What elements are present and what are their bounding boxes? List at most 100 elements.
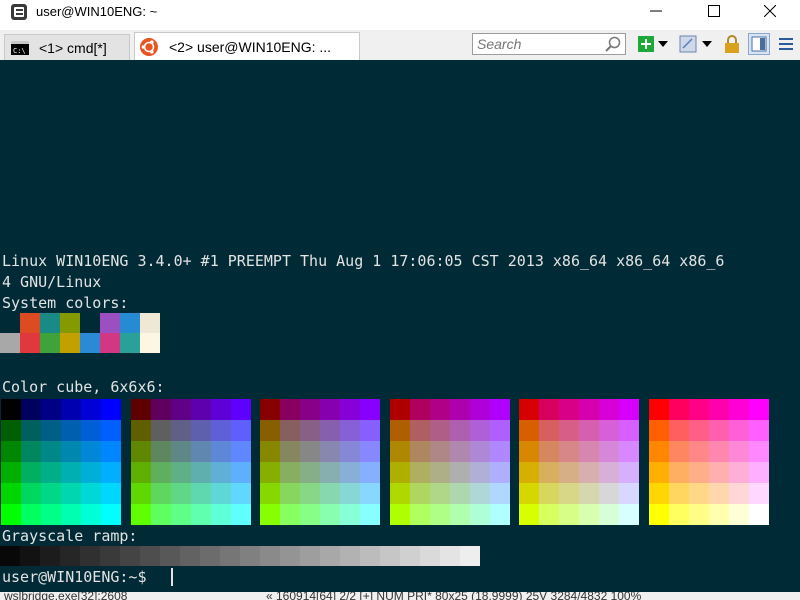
grayscale-step xyxy=(20,546,40,566)
color-cube-cell xyxy=(61,504,81,525)
grayscale-step xyxy=(380,546,400,566)
color-cube-cell xyxy=(81,420,101,441)
color-cube-cell xyxy=(519,399,539,420)
grayscale-step xyxy=(180,546,200,566)
color-cube-cell xyxy=(539,441,559,462)
color-cube-cell xyxy=(539,462,559,483)
color-cube-cell xyxy=(101,504,121,525)
new-console-dropdown[interactable] xyxy=(656,34,670,54)
color-cube-cell xyxy=(559,399,579,420)
svg-text:C:\: C:\ xyxy=(13,47,26,55)
color-cube-cell xyxy=(668,462,689,483)
color-cube-cell xyxy=(409,420,430,441)
color-cube-cell xyxy=(559,441,579,462)
grayscale-ramp xyxy=(0,546,480,566)
color-cube-cell xyxy=(300,399,320,420)
color-cube-cell xyxy=(619,462,639,483)
tab-label: <2> user@WIN10ENG: ... xyxy=(169,38,332,55)
color-cube-cell xyxy=(1,441,21,462)
color-cube-cell xyxy=(728,399,749,420)
color-cube-cell xyxy=(619,441,639,462)
color-cube-cell xyxy=(489,483,510,504)
color-cube-block xyxy=(1,399,121,525)
maximize-button[interactable] xyxy=(686,0,742,22)
color-cube-cell xyxy=(668,504,689,525)
cmd-icon: C:\ xyxy=(11,40,29,55)
color-cube-cell xyxy=(61,441,81,462)
color-cube-cell xyxy=(101,399,121,420)
color-cube-cell xyxy=(130,504,151,525)
color-cube-cell xyxy=(559,483,579,504)
color-swatch xyxy=(0,313,20,333)
grayscale-step xyxy=(220,546,240,566)
color-cube-cell xyxy=(449,462,470,483)
color-cube-cell xyxy=(668,441,689,462)
color-cube-cell xyxy=(280,504,300,525)
new-console-button[interactable] xyxy=(636,34,656,54)
grayscale-step xyxy=(0,546,20,566)
split-icon xyxy=(751,36,767,52)
color-cube-cell xyxy=(210,504,231,525)
search-input[interactable] xyxy=(477,35,601,53)
color-cube-cell xyxy=(360,504,380,525)
menu-button[interactable] xyxy=(776,34,796,54)
color-cube-cell xyxy=(300,483,320,504)
color-cube-cell xyxy=(41,504,61,525)
color-cube-cell xyxy=(489,420,510,441)
color-cube-cell xyxy=(579,441,599,462)
search-box[interactable] xyxy=(472,33,626,55)
tab-cmd[interactable]: C:\ <1> cmd[*] xyxy=(4,34,130,60)
color-swatch xyxy=(40,313,60,333)
paste-dropdown[interactable] xyxy=(700,34,714,54)
color-cube-cell xyxy=(320,504,340,525)
color-cube-cell xyxy=(81,462,101,483)
color-cube-cell xyxy=(708,399,729,420)
color-cube-cell xyxy=(340,504,360,525)
color-cube-cell xyxy=(190,399,211,420)
color-cube-cell xyxy=(280,420,300,441)
color-cube-cell xyxy=(748,441,769,462)
paste-icon xyxy=(679,35,697,53)
color-cube-cell xyxy=(130,462,151,483)
title-bar: user@WIN10ENG: ~ xyxy=(0,0,800,30)
system-colors-label: System colors: xyxy=(2,294,129,312)
lock-button[interactable] xyxy=(722,34,742,54)
tab-label: <1> cmd[*] xyxy=(39,39,107,56)
grayscale-step xyxy=(440,546,460,566)
color-cube-cell xyxy=(389,399,410,420)
terminal-pane[interactable]: Linux WIN10ENG 3.4.0+ #1 PREEMPT Thu Aug… xyxy=(0,60,800,592)
minimize-button[interactable] xyxy=(628,0,684,22)
uname-output-line-1: Linux WIN10ENG 3.4.0+ #1 PREEMPT Thu Aug… xyxy=(2,252,725,270)
color-cube-cell xyxy=(260,462,280,483)
color-cube-cell xyxy=(210,441,231,462)
tab-wsl[interactable]: <2> user@WIN10ENG: ... xyxy=(134,32,360,60)
close-button[interactable] xyxy=(742,0,798,22)
color-cube-cell xyxy=(469,441,490,462)
color-cube-cell xyxy=(170,504,191,525)
color-cube-cell xyxy=(320,399,340,420)
color-cube-cell xyxy=(599,420,619,441)
color-cube-cell xyxy=(409,399,430,420)
color-swatch xyxy=(120,333,140,353)
color-cube-cell xyxy=(728,420,749,441)
color-cube-cell xyxy=(429,420,450,441)
color-cube-cell xyxy=(539,483,559,504)
color-cube-cell xyxy=(1,399,21,420)
search-icon[interactable] xyxy=(605,36,621,52)
color-cube-cell xyxy=(748,399,769,420)
color-cube-cell xyxy=(230,462,251,483)
color-cube-cell xyxy=(230,420,251,441)
color-cube-cell xyxy=(449,441,470,462)
color-cube-cell xyxy=(21,420,41,441)
color-cube-cell xyxy=(320,441,340,462)
paste-button[interactable] xyxy=(678,34,698,54)
color-cube-cell xyxy=(519,441,539,462)
split-view-button[interactable] xyxy=(748,33,770,55)
color-cube-cell xyxy=(210,462,231,483)
color-cube-cell xyxy=(81,441,101,462)
color-cube-cell xyxy=(170,441,191,462)
color-cube-cell xyxy=(190,420,211,441)
color-cube-cell xyxy=(170,420,191,441)
color-cube-cell xyxy=(130,420,151,441)
color-cube-cell xyxy=(41,420,61,441)
